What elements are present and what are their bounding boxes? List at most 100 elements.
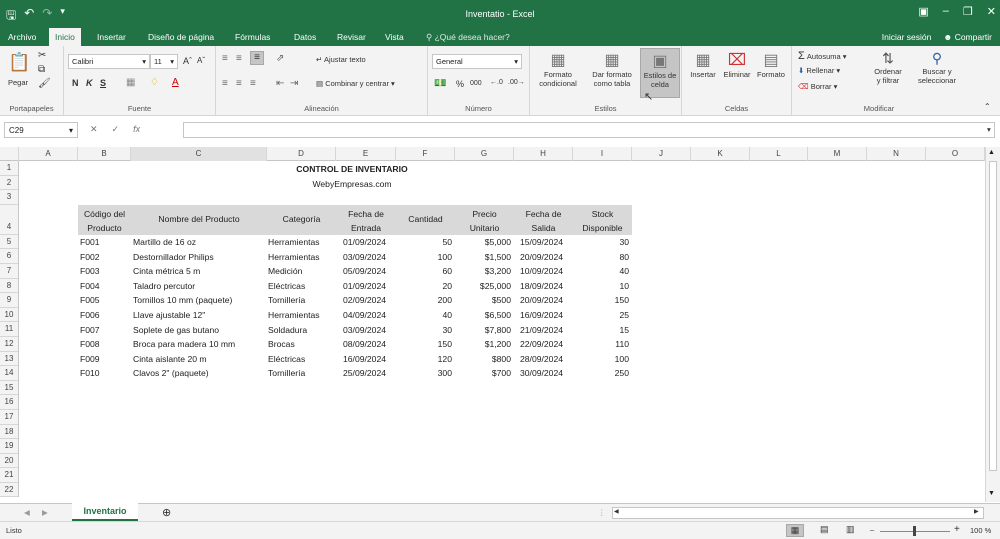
cell-unit-price[interactable]: $1,500	[455, 252, 514, 262]
horizontal-scrollbar[interactable]	[612, 507, 984, 519]
cell-entry-date[interactable]: 25/09/2024	[336, 368, 396, 378]
tab-vista[interactable]: Vista	[379, 28, 410, 46]
cell-quantity[interactable]: 100	[396, 252, 455, 262]
expand-formula-icon[interactable]: ▾	[987, 125, 991, 134]
shrink-font-icon[interactable]: Aˇ	[197, 56, 205, 65]
tab-formulas[interactable]: Fórmulas	[229, 28, 276, 46]
cell-entry-date[interactable]: 01/09/2024	[336, 281, 396, 291]
insert-function-icon[interactable]: fx	[133, 124, 140, 135]
cell-exit-date[interactable]: 16/09/2024	[514, 310, 573, 320]
cell-category[interactable]: Tornillería	[267, 368, 336, 378]
increase-indent-icon[interactable]: ⇥	[290, 78, 298, 89]
cell-stock[interactable]: 30	[573, 237, 632, 247]
align-top-icon[interactable]: ≡	[222, 53, 228, 64]
wrap-text-button[interactable]: ↵ Ajustar texto	[316, 55, 366, 64]
align-bottom-icon[interactable]: ≡	[250, 51, 264, 65]
tab-diseno-pagina[interactable]: Diseño de página	[142, 28, 220, 46]
cell-unit-price[interactable]: $3,200	[455, 266, 514, 276]
cell-quantity[interactable]: 20	[396, 281, 455, 291]
tab-archivo[interactable]: Archivo	[2, 28, 42, 46]
row-header[interactable]: 20	[0, 454, 18, 469]
clear-button[interactable]: ⌫ Borrar ▾	[798, 82, 837, 91]
cell-name[interactable]: Soplete de gas butano	[131, 325, 267, 335]
row-header[interactable]: 1	[0, 161, 18, 176]
row-header[interactable]: 15	[0, 381, 18, 396]
signin-link[interactable]: Iniciar sesión	[882, 32, 932, 42]
cell-unit-price[interactable]: $5,000	[455, 237, 514, 247]
cell-unit-price[interactable]: $700	[455, 368, 514, 378]
copy-icon[interactable]: ⧉	[38, 64, 45, 75]
cell-unit-price[interactable]: $7,800	[455, 325, 514, 335]
cell-code[interactable]: F006	[78, 310, 131, 320]
cell-exit-date[interactable]: 22/09/2024	[514, 339, 573, 349]
column-header[interactable]: L	[750, 147, 808, 161]
row-header[interactable]: 21	[0, 468, 18, 483]
row-header[interactable]: 22	[0, 483, 18, 498]
scroll-up-icon[interactable]: ▲	[988, 149, 995, 156]
fill-color-icon[interactable]: ♢	[150, 77, 159, 88]
scroll-right-icon[interactable]: ▶	[974, 508, 979, 515]
cell-code[interactable]: F001	[78, 237, 131, 247]
tab-revisar[interactable]: Revisar	[331, 28, 372, 46]
cell-category[interactable]: Soldadura	[267, 325, 336, 335]
cell-stock[interactable]: 250	[573, 368, 632, 378]
close-icon[interactable]: ✕	[987, 5, 996, 18]
zoom-out-icon[interactable]: –	[870, 525, 874, 534]
row-header[interactable]: 11	[0, 322, 18, 337]
cell-category[interactable]: Brocas	[267, 339, 336, 349]
sheet-tab-inventario[interactable]: Inventario	[72, 503, 138, 521]
cell-exit-date[interactable]: 18/09/2024	[514, 281, 573, 291]
format-painter-icon[interactable]: 🖌	[38, 78, 51, 89]
row-header[interactable]: 6	[0, 249, 18, 264]
cell-category[interactable]: Herramientas	[267, 237, 336, 247]
row-header[interactable]: 4	[0, 205, 18, 235]
tab-split-handle[interactable]: ⋮	[598, 508, 606, 517]
column-header[interactable]: J	[632, 147, 691, 161]
cell-code[interactable]: F010	[78, 368, 131, 378]
delete-cells-button[interactable]: ⌧ Eliminar	[720, 50, 754, 79]
collapse-ribbon-icon[interactable]: ⌃	[984, 102, 991, 111]
row-header[interactable]: 12	[0, 337, 18, 352]
cell-category[interactable]: Eléctricas	[267, 281, 336, 291]
zoom-in-icon[interactable]: +	[954, 524, 960, 535]
cell-quantity[interactable]: 150	[396, 339, 455, 349]
cell-name[interactable]: Clavos 2" (paquete)	[131, 368, 267, 378]
cell-entry-date[interactable]: 05/09/2024	[336, 266, 396, 276]
cell-name[interactable]: Tornillos 10 mm (paquete)	[131, 295, 267, 305]
sort-filter-button[interactable]: ⇅ Ordenar y filtrar	[866, 50, 910, 85]
cell-category[interactable]: Herramientas	[267, 252, 336, 262]
column-header[interactable]: A	[19, 147, 78, 161]
enter-icon[interactable]: ✓	[112, 124, 120, 135]
zoom-level[interactable]: 100 %	[970, 526, 991, 535]
increase-decimal-icon[interactable]: ←.0	[490, 79, 503, 86]
row-header[interactable]: 18	[0, 425, 18, 440]
column-header[interactable]: B	[78, 147, 131, 161]
find-select-button[interactable]: ⚲ Buscar y seleccionar	[910, 50, 964, 85]
scroll-down-icon[interactable]: ▼	[988, 490, 995, 497]
column-header[interactable]: O	[926, 147, 985, 161]
column-header[interactable]: D	[267, 147, 336, 161]
cell-entry-date[interactable]: 01/09/2024	[336, 237, 396, 247]
worksheet-grid[interactable]: CONTROL DE INVENTARIO WebyEmpresas.com C…	[19, 161, 985, 501]
align-left-icon[interactable]: ≡	[222, 78, 228, 89]
tab-insertar[interactable]: Insertar	[91, 28, 132, 46]
row-header[interactable]: 16	[0, 395, 18, 410]
number-format-select[interactable]: General ▾	[432, 54, 522, 69]
scroll-thumb[interactable]	[989, 161, 997, 471]
zoom-slider-thumb[interactable]	[913, 526, 916, 536]
column-header[interactable]: C	[131, 147, 267, 161]
tab-inicio[interactable]: Inicio	[49, 28, 81, 46]
column-header[interactable]: E	[336, 147, 396, 161]
normal-view-icon[interactable]: ▦	[786, 524, 804, 537]
row-header[interactable]: 19	[0, 439, 18, 454]
cell-unit-price[interactable]: $6,500	[455, 310, 514, 320]
cell-quantity[interactable]: 40	[396, 310, 455, 320]
cell-code[interactable]: F007	[78, 325, 131, 335]
row-header[interactable]: 9	[0, 293, 18, 308]
cell-name[interactable]: Broca para madera 10 mm	[131, 339, 267, 349]
cell-entry-date[interactable]: 03/09/2024	[336, 252, 396, 262]
format-cells-button[interactable]: ▤ Formato	[754, 50, 788, 79]
cell-category[interactable]: Herramientas	[267, 310, 336, 320]
italic-button[interactable]: K	[86, 78, 93, 88]
insert-cells-button[interactable]: ▦ Insertar	[686, 50, 720, 79]
